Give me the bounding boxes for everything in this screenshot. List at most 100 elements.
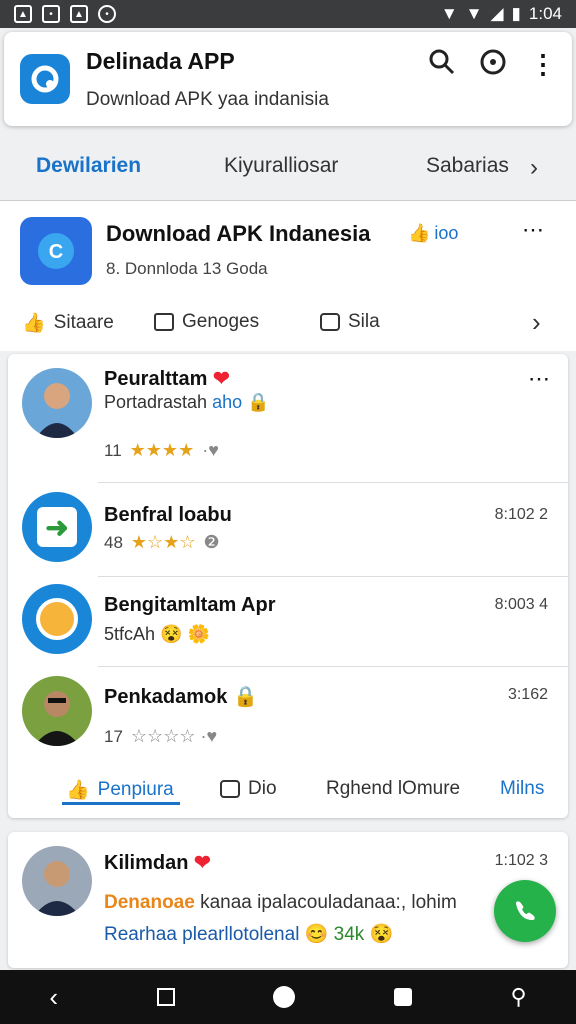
item-time: 3:162 (507, 686, 548, 703)
lock-icon: 🔒 (247, 392, 270, 412)
sila-button[interactable]: Sila (320, 311, 380, 333)
chevron-right-icon[interactable]: › (532, 307, 541, 338)
arrow-right-icon: ➜ (37, 507, 77, 547)
list-item-name[interactable]: Benfral loabu (104, 504, 232, 527)
badge-icon: ❷ (203, 532, 220, 552)
call-fab[interactable] (494, 880, 556, 942)
featured-app-icon[interactable]: C (20, 217, 92, 285)
post-author[interactable]: Kilimdan ❤ (104, 850, 211, 875)
recent-apps-icon[interactable] (156, 988, 175, 1006)
list-item-meta: 17 ☆☆☆☆ ·♥ (104, 726, 217, 747)
search-icon[interactable]: ⚲ (511, 984, 527, 1010)
avatar[interactable] (22, 368, 92, 438)
item-time: 8:102 2 (494, 506, 548, 523)
item-name: Penkadamok (104, 686, 228, 708)
list-item-name[interactable]: Bengitamltam Apr (104, 594, 276, 617)
featured-subtitle: 8. Donnloda 13 Goda (106, 259, 268, 278)
active-indicator (62, 802, 180, 805)
item-text: Portadrastah (104, 392, 208, 412)
genoges-button[interactable]: Genoges (154, 311, 259, 333)
wifi-icon: ▼ (440, 4, 458, 23)
heart-icon: ❤ (194, 852, 211, 874)
share-label: Sitaare (53, 312, 114, 333)
app-icon[interactable]: ➜ (22, 492, 92, 562)
divider (98, 482, 568, 483)
item-text: 5tfcAh (104, 624, 156, 644)
star-rating: ☆☆☆☆ ·♥ (130, 726, 218, 746)
share-button[interactable]: 👍 Sitaare (22, 311, 114, 335)
item-count: 17 (104, 726, 123, 746)
item-time: 8:003 4 (494, 596, 548, 613)
home-icon[interactable] (273, 986, 296, 1008)
clock-text: 1:04 (528, 4, 562, 23)
list-item-name[interactable]: Peuralttam ❤ (104, 366, 230, 391)
chevron-right-icon[interactable]: › (530, 154, 538, 182)
featured-link[interactable]: 👍 ioo (408, 223, 458, 244)
tab-sabarias[interactable]: Sabarias (426, 154, 509, 178)
item-count: 48 (104, 532, 123, 552)
chat-icon (320, 313, 340, 331)
tab-bar: Dewilarien Kiyuralliosar Sabarias › (0, 140, 576, 200)
dio-label: Dio (248, 778, 277, 799)
item-accent: aho (212, 392, 243, 412)
battery-icon: ▮ (511, 4, 521, 23)
lock-icon: 🔒 (232, 686, 258, 708)
status-bar: ▲ • ▲ • ▼ ▼ ◢ ▮ 1:04 (0, 0, 576, 28)
thumb-icon: 👍 (22, 313, 46, 334)
post-line1: Denanoae kanaa ipalacouladanaa:, lohim (104, 892, 457, 914)
avatar[interactable] (22, 676, 92, 746)
star-rating: ★★★★ (129, 440, 195, 460)
penpiura-label: Penpiura (97, 779, 174, 800)
penpiura-button[interactable]: 👍 Penpiura (66, 778, 174, 802)
list-item-meta: 48 ★☆★☆ ❷ (104, 532, 220, 553)
post-line2-text: Rearhaa plearllotolenal (104, 924, 300, 945)
message-icon: • (42, 5, 60, 23)
face-icon (36, 598, 78, 640)
post-card: Kilimdan ❤ 1:102 3 Denanoae kanaa ipalac… (8, 832, 568, 968)
post-line2: Rearhaa plearllotolenal 😊 34k 😵 (104, 924, 394, 945)
post-count: 34k (333, 924, 365, 945)
more-horiz-icon[interactable]: ⋯ (522, 217, 544, 243)
app-subtitle: Download APK yaa indanisia (86, 88, 329, 110)
app-icon[interactable] (22, 584, 92, 654)
more-horiz-icon[interactable]: ⋯ (528, 366, 550, 392)
item-count: 11 (104, 440, 122, 460)
tab-dewilarien[interactable]: Dewilarien (36, 154, 141, 178)
chat-icon: • (98, 5, 116, 23)
app-list-card: Peuralttam ❤ Portadrastah aho 🔒 11 ★★★★ ·♥… (8, 354, 568, 818)
tab-kiyuralliosar[interactable]: Kiyuralliosar (224, 154, 338, 178)
app-header: Delinada APP Download APK yaa indanisia … (4, 32, 572, 126)
back-icon[interactable]: ‹ (49, 982, 58, 1013)
milns-button[interactable]: Milns (500, 778, 544, 800)
list-item-meta: 11 ★★★★ ·♥ (104, 440, 219, 461)
like-icon: 👍 (66, 780, 90, 801)
square-icon[interactable] (393, 988, 412, 1006)
featured-link-text: ioo (434, 223, 459, 243)
list-item-name[interactable]: Penkadamok 🔒 (104, 684, 258, 709)
featured-title[interactable]: Download APK Indanesia (106, 221, 370, 247)
avatar[interactable] (22, 846, 92, 916)
post-accent: Denanoae (104, 892, 195, 913)
item-name: Peuralttam (104, 368, 208, 390)
star-rating: ★☆★☆ (130, 532, 196, 552)
gallery-icon: ▲ (70, 5, 88, 23)
settings-icon[interactable] (478, 47, 508, 82)
rghend-button[interactable]: Rghend lOmure (326, 778, 460, 800)
wifi-icon: ▼ (465, 4, 483, 23)
phone-icon (516, 901, 535, 920)
list-item-text: 5tfcAh 😵 🌼 (104, 624, 210, 644)
more-vert-icon[interactable]: ⋮ (530, 49, 556, 80)
app-logo (20, 54, 70, 104)
signal-icon: ◢ (490, 4, 504, 23)
post-rest: kanaa ipalacouladanaa:, lohim (200, 892, 457, 913)
sila-label: Sila (348, 311, 380, 332)
list-item-text: Portadrastah aho 🔒 (104, 392, 270, 413)
search-icon[interactable] (428, 48, 456, 81)
heart-icon: ❤ (212, 368, 230, 390)
author-name: Kilimdan (104, 852, 189, 874)
heart-icon: ·♥ (202, 440, 219, 460)
dio-button[interactable]: Dio (220, 778, 277, 800)
divider (98, 576, 568, 577)
system-nav-bar: ‹ ⚲ (0, 970, 576, 1024)
like-icon: 👍 (408, 223, 431, 243)
